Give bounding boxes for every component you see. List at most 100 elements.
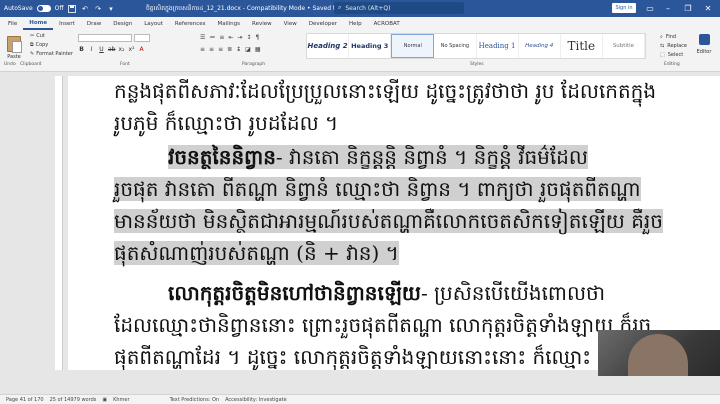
clipboard-group-label: Clipboard bbox=[20, 62, 42, 67]
decrease-indent-icon[interactable]: ⇤ bbox=[228, 34, 233, 41]
undo-group-label: Undo bbox=[4, 62, 16, 67]
bold-icon[interactable]: B bbox=[78, 46, 85, 53]
tab-insert[interactable]: Insert bbox=[53, 17, 81, 30]
paragraph-group-label: Paragraph bbox=[242, 62, 266, 67]
save-icon[interactable] bbox=[68, 4, 77, 13]
superscript-icon[interactable]: x² bbox=[128, 46, 135, 53]
tab-layout[interactable]: Layout bbox=[138, 17, 169, 30]
document-page[interactable]: កន្លងផុតពីសភាវៈដែលប្រែប្រួលនោះឡើយ ដូច្នេ… bbox=[68, 76, 720, 370]
scissors-icon: ✂ bbox=[30, 33, 35, 39]
text-line-highlighted: វចនត្ថនៃនិព្វាន- វានតោ និក្ខន្តន្តិ និព្… bbox=[168, 144, 720, 174]
word-count[interactable]: 25 of 14979 words bbox=[50, 397, 97, 403]
align-center-icon[interactable]: ≡ bbox=[209, 46, 214, 53]
find-icon: ⌕ bbox=[660, 34, 663, 40]
editor-icon bbox=[698, 34, 710, 45]
page-count[interactable]: Page 41 of 170 bbox=[6, 397, 44, 403]
cut-button[interactable]: ✂ Cut bbox=[30, 33, 45, 39]
subscript-icon[interactable]: x₂ bbox=[118, 46, 125, 53]
tab-references[interactable]: References bbox=[169, 17, 212, 30]
paragraph-row-2: ≡ ≡ ≡ ≣ ↨ ◪ ▦ bbox=[200, 46, 261, 53]
style-title[interactable]: Title bbox=[561, 34, 603, 58]
bullets-icon[interactable]: ☰ bbox=[200, 34, 205, 41]
redo-icon[interactable]: ↷ bbox=[94, 4, 103, 13]
search-box[interactable]: ⌕ Search (Alt+Q) bbox=[334, 2, 464, 14]
autosave-state: Off bbox=[54, 5, 64, 12]
multilevel-list-icon[interactable]: ≡ bbox=[219, 34, 224, 41]
format-painter-button[interactable]: ✎ Format Painter bbox=[30, 51, 73, 57]
tab-view[interactable]: View bbox=[278, 17, 303, 30]
increase-indent-icon[interactable]: ⇥ bbox=[237, 34, 242, 41]
replace-button[interactable]: ⇆ Replace bbox=[660, 43, 687, 49]
sort-icon[interactable]: ↕ bbox=[246, 34, 251, 41]
proofing-icon[interactable]: ▣ bbox=[102, 397, 107, 403]
tab-help[interactable]: Help bbox=[343, 17, 368, 30]
find-button[interactable]: ⌕ Find bbox=[660, 34, 676, 40]
tab-mailings[interactable]: Mailings bbox=[211, 17, 246, 30]
copy-label: Copy bbox=[35, 42, 49, 48]
text-line-highlighted: រួចផុត វានតោ ពីតណ្ហា និព្វានំ ឈ្មោះថា និ… bbox=[114, 176, 714, 206]
tab-acrobat[interactable]: ACROBAT bbox=[368, 17, 406, 30]
replace-icon: ⇆ bbox=[660, 43, 665, 49]
minimize-icon[interactable]: – bbox=[660, 0, 676, 17]
numbering-icon[interactable]: ≔ bbox=[209, 34, 215, 41]
align-left-icon[interactable]: ≡ bbox=[200, 46, 205, 53]
text-line: កន្លងផុតពីសភាវៈដែលប្រែប្រួលនោះឡើយ ដូច្នេ… bbox=[114, 79, 657, 103]
italic-icon[interactable]: I bbox=[88, 46, 95, 53]
close-icon[interactable]: ✕ bbox=[700, 0, 716, 17]
find-label: Find bbox=[665, 34, 677, 40]
paste-label: Paste bbox=[7, 54, 21, 60]
search-placeholder: Search (Alt+Q) bbox=[345, 4, 391, 12]
tab-developer[interactable]: Developer bbox=[303, 17, 343, 30]
paste-button[interactable]: Paste bbox=[3, 32, 25, 60]
copy-button[interactable]: ⧉ Copy bbox=[30, 42, 48, 48]
justify-icon[interactable]: ≣ bbox=[227, 46, 232, 53]
align-right-icon[interactable]: ≡ bbox=[218, 46, 223, 53]
tab-home[interactable]: Home bbox=[23, 17, 54, 30]
strikethrough-icon[interactable]: ab bbox=[108, 46, 116, 53]
term-heading: វចនត្ថនៃនិព្វាន bbox=[168, 145, 276, 169]
accessibility-status[interactable]: Accessibility: Investigate bbox=[225, 397, 287, 403]
editor-button[interactable]: Editor bbox=[692, 34, 716, 60]
tab-draw[interactable]: Draw bbox=[81, 17, 107, 30]
style-subtitle[interactable]: Subtitle bbox=[603, 34, 645, 58]
borders-icon[interactable]: ▦ bbox=[255, 46, 261, 53]
ribbon-display-icon[interactable]: ▭ bbox=[642, 0, 658, 17]
quick-access-toolbar: AutoSave Off ↶ ↷ ▾ bbox=[0, 4, 116, 13]
text-predictions-status[interactable]: Text Predictions: On bbox=[170, 397, 220, 403]
highlighted-text: ផុតសំណាញ់របស់តណ្ហា (និ + វាន) ។ bbox=[114, 241, 399, 265]
term-definition: - វានតោ និក្ខន្តន្តិ និព្វានំ ។ និក្ខន្ត… bbox=[275, 145, 588, 169]
font-color-icon[interactable]: A bbox=[138, 46, 145, 53]
tab-design[interactable]: Design bbox=[107, 17, 138, 30]
show-formatting-icon[interactable]: ¶ bbox=[256, 34, 260, 41]
maximize-icon[interactable]: ❐ bbox=[680, 0, 696, 17]
font-name-select[interactable] bbox=[78, 34, 132, 42]
ribbon: Paste ✂ Cut ⧉ Copy ✎ Format Painter Clip… bbox=[0, 30, 720, 72]
cut-label: Cut bbox=[36, 33, 45, 39]
autosave-toggle[interactable] bbox=[36, 5, 51, 12]
style-heading-1[interactable]: Heading 1 bbox=[477, 34, 519, 58]
presenter-video bbox=[628, 334, 688, 376]
replace-label: Replace bbox=[667, 43, 687, 49]
select-button[interactable]: ⬚ Select bbox=[660, 52, 683, 58]
styles-gallery: Heading 2 Heading 3 Normal No Spacing He… bbox=[306, 33, 646, 59]
sign-in-button[interactable]: Sign in bbox=[612, 3, 636, 13]
customize-quick-access-icon[interactable]: ▾ bbox=[107, 4, 116, 13]
section-text: - ប្រសិនបើយើងពោលថា bbox=[420, 281, 606, 305]
tab-file[interactable]: File bbox=[2, 17, 23, 30]
paste-icon bbox=[7, 36, 22, 53]
undo-icon[interactable]: ↶ bbox=[81, 4, 90, 13]
line-spacing-icon[interactable]: ↨ bbox=[236, 46, 241, 53]
editing-group-label: Editing bbox=[664, 62, 680, 67]
style-heading-4[interactable]: Heading 4 bbox=[519, 34, 561, 58]
paragraph-row-1: ☰ ≔ ≡ ⇤ ⇥ ↕ ¶ bbox=[200, 34, 259, 41]
style-normal[interactable]: Normal bbox=[391, 34, 435, 58]
style-no-spacing[interactable]: No Spacing bbox=[434, 34, 477, 58]
style-heading-2[interactable]: Heading 2 bbox=[307, 34, 350, 58]
tab-review[interactable]: Review bbox=[246, 17, 278, 30]
font-size-select[interactable] bbox=[134, 34, 150, 42]
language-status[interactable]: Khmer bbox=[113, 397, 129, 403]
style-heading-3[interactable]: Heading 3 bbox=[349, 34, 392, 58]
underline-icon[interactable]: U bbox=[98, 46, 105, 53]
font-group-label: Font bbox=[120, 62, 130, 67]
shading-icon[interactable]: ◪ bbox=[245, 46, 251, 53]
